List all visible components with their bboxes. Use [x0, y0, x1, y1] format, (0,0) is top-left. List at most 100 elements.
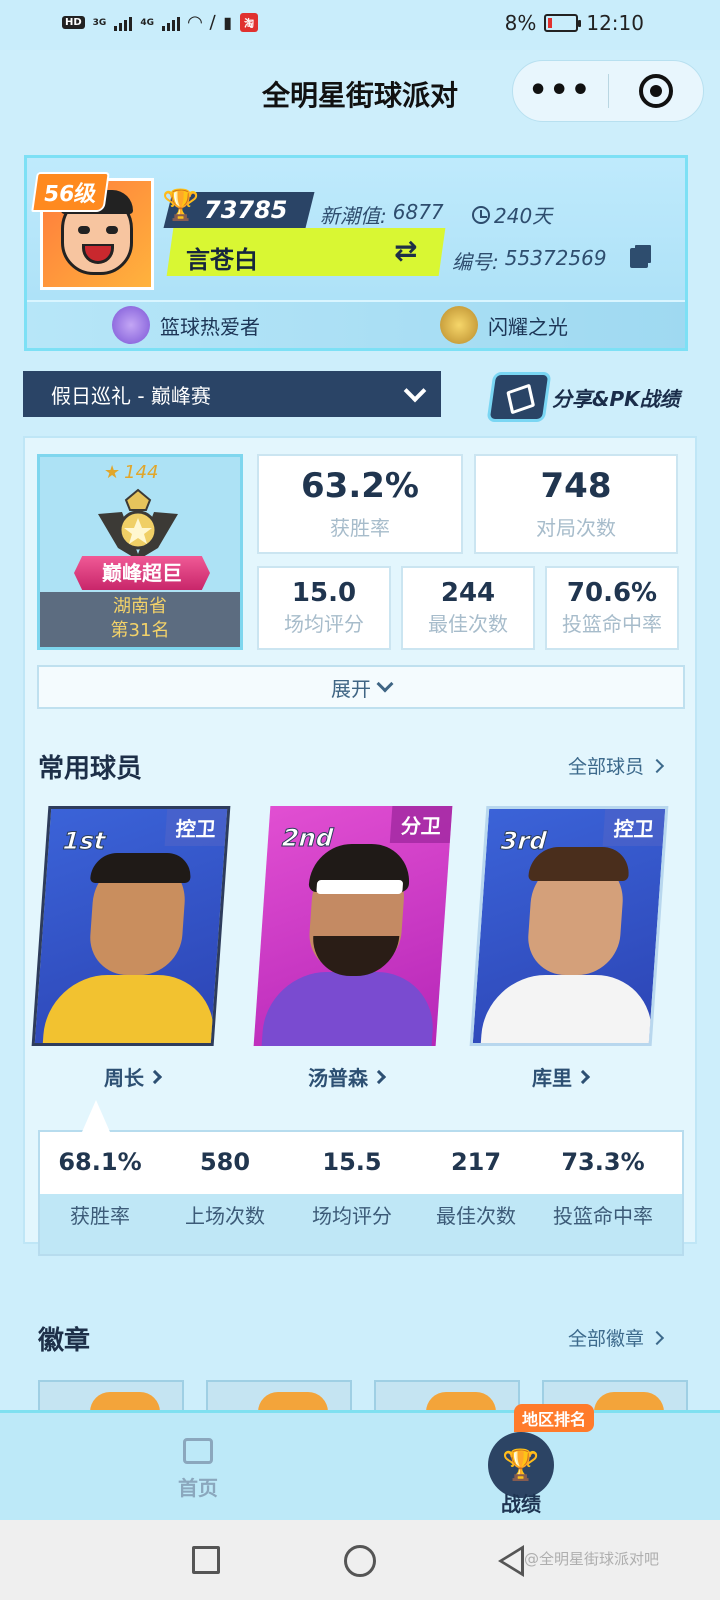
player-position: 控卫 [164, 809, 228, 846]
stat-value: 68.1% [58, 1148, 142, 1176]
player-name-label: 汤普森 [308, 1066, 368, 1090]
nav-home[interactable]: 首页 [174, 1438, 222, 1501]
season-dropdown[interactable]: 假日巡礼 - 巅峰赛 [23, 371, 441, 417]
more-dots-icon[interactable]: ••• [513, 76, 608, 106]
title-label-2: 闪耀之光 [488, 314, 568, 339]
player-stat-games: 580 上场次数 [165, 1148, 285, 1229]
stat-fg-percent: 70.6% 投篮命中率 [545, 566, 679, 650]
badge-slot-3[interactable] [374, 1380, 520, 1412]
player-name: 言苍白 [186, 246, 258, 274]
basketball-badge-icon [594, 1392, 664, 1412]
player-name-2[interactable]: 汤普森 [308, 1062, 387, 1091]
home-icon [183, 1438, 213, 1464]
star-icon: ★ [104, 462, 121, 483]
days-value: 240天 [494, 204, 553, 228]
chevron-right-icon [371, 1069, 387, 1084]
stat-label: 投篮命中率 [553, 1204, 653, 1228]
expand-button[interactable]: 展开 [37, 665, 685, 709]
bottom-nav [0, 1410, 720, 1520]
title-item-2[interactable]: 闪耀之光 [440, 306, 568, 344]
badge-slot-2[interactable] [206, 1380, 352, 1412]
player-body [260, 972, 437, 1046]
signal-4g-label: 4G [140, 17, 154, 28]
stat-value: 748 [540, 466, 612, 506]
trend-label: 新潮值: [320, 204, 387, 228]
player-stat-avg-score: 15.5 场均评分 [292, 1148, 412, 1229]
share-icon [486, 372, 552, 422]
player-body [41, 975, 218, 1046]
shining-light-badge-icon [440, 306, 478, 344]
all-players-link[interactable]: 全部球员 [568, 752, 665, 779]
player-card-3[interactable]: 3rd 控卫 [469, 806, 669, 1046]
stat-label: 投篮命中率 [562, 612, 662, 636]
status-left: HD 3G 4G ◠ ⧸ ▮ 淘 [62, 12, 259, 33]
rank-region: 湖南省 [113, 596, 167, 617]
uid-label: 编号: [452, 250, 499, 274]
nav-stats[interactable]: 🏆 战绩 [486, 1432, 556, 1517]
selection-pointer [82, 1100, 110, 1132]
level-badge: 56级 [31, 172, 110, 212]
basketball-badge-icon [90, 1392, 160, 1412]
signal-icon-2 [161, 15, 180, 31]
player-position: 控卫 [602, 809, 666, 846]
home-button-icon[interactable] [344, 1545, 376, 1577]
player-card-1[interactable]: 1st 控卫 [31, 806, 231, 1046]
clock-icon [472, 205, 490, 224]
nav-home-label: 首页 [178, 1476, 218, 1500]
player-card-2[interactable]: 2nd 分卫 [253, 806, 453, 1046]
swap-arrows-icon[interactable]: ⇄ [394, 234, 417, 267]
player-hair [528, 847, 631, 881]
badge-slot-1[interactable] [38, 1380, 184, 1412]
target-circle-icon [638, 74, 673, 108]
stat-value: 580 [199, 1148, 251, 1176]
copy-icon[interactable] [630, 248, 648, 268]
close-miniapp-button[interactable] [608, 74, 703, 108]
back-icon-inner [503, 1550, 521, 1572]
rank-stars: ★ 144 [104, 462, 159, 483]
rank-position: 第31名 [110, 620, 170, 641]
rank-region-box: 湖南省 第31名 [40, 592, 240, 647]
clock: 12:10 [586, 11, 644, 35]
region-rank-tag[interactable]: 地区排名 [514, 1404, 595, 1432]
player-beard [310, 936, 400, 976]
hd-indicator: HD [62, 16, 85, 29]
stat-label: 获胜率 [330, 516, 390, 540]
players-section-title: 常用球员 [38, 754, 143, 784]
chevron-right-icon [649, 1330, 665, 1345]
stat-value: 217 [450, 1148, 502, 1176]
rank-stars-value: 144 [124, 462, 159, 483]
player-stat-mvp: 217 最佳次数 [416, 1148, 536, 1229]
basketball-badge-icon [426, 1392, 496, 1412]
trophy-icon: 🏆 [162, 188, 200, 223]
basketball-badge-icon [258, 1392, 328, 1412]
player-name-3[interactable]: 库里 [532, 1062, 591, 1091]
chevron-right-icon [649, 758, 665, 773]
chevron-down-icon [376, 675, 394, 693]
all-badges-link[interactable]: 全部徽章 [568, 1324, 665, 1351]
stat-value: 63.2% [301, 466, 419, 506]
player-stat-fg: 73.3% 投篮命中率 [540, 1148, 666, 1229]
all-badges-label: 全部徽章 [568, 1328, 645, 1350]
uid-value: 55372569 [504, 246, 607, 270]
trophy-count: 73785 [204, 196, 288, 224]
battery-icon [544, 14, 582, 32]
wifi-icon: ◠ [187, 12, 202, 33]
stat-value: 70.6% [566, 578, 658, 608]
stat-label: 最佳次数 [436, 1204, 516, 1228]
nav-stats-label: 战绩 [501, 1492, 541, 1516]
stat-value: 73.3% [561, 1148, 645, 1176]
stat-label: 最佳次数 [428, 612, 508, 636]
title-item-1[interactable]: 篮球热爱者 [112, 306, 260, 344]
chevron-right-icon [575, 1069, 591, 1084]
player-body [479, 975, 656, 1046]
season-selected: 假日巡礼 - 巅峰赛 [51, 383, 211, 408]
signal-icon [114, 15, 133, 31]
share-pk-button[interactable]: 分享&PK战绩 [486, 372, 680, 422]
recents-icon[interactable] [192, 1546, 220, 1574]
player-hair [90, 853, 193, 883]
watermark: @全明星街球派对吧 [524, 1550, 660, 1568]
trend-row: 新潮值: 6877 [320, 200, 444, 229]
title-label-1: 篮球热爱者 [160, 314, 260, 339]
player-name-1[interactable]: 周长 [104, 1062, 163, 1091]
expand-label: 展开 [331, 676, 371, 701]
